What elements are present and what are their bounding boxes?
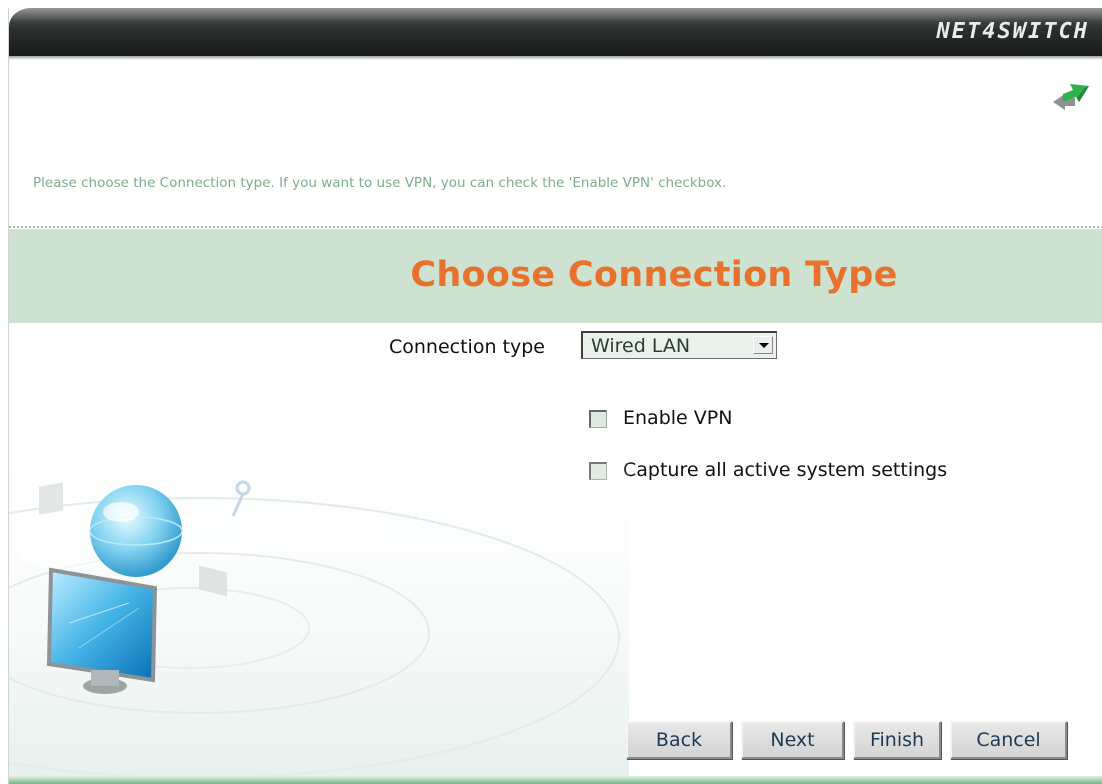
title-bar: NET4SWITCH [9, 8, 1102, 56]
dotted-divider [9, 226, 1102, 228]
brand-logo: NET4SWITCH [936, 19, 1089, 44]
connection-type-value: Wired LAN [591, 335, 691, 357]
page-title: Choose Connection Type [410, 255, 898, 295]
sync-arrows-icon[interactable] [1049, 80, 1093, 114]
connection-type-label: Connection type [389, 336, 545, 358]
capture-settings-label: Capture all active system settings [623, 459, 948, 481]
chevron-down-icon[interactable] [753, 336, 773, 354]
title-bar-edge [9, 56, 1102, 60]
enable-vpn-label: Enable VPN [623, 407, 733, 429]
bottom-edge [9, 776, 1102, 784]
finish-button[interactable]: Finish [853, 721, 941, 759]
cancel-button[interactable]: Cancel [950, 721, 1067, 759]
instruction-text: Please choose the Connection type. If yo… [33, 175, 727, 191]
connection-type-select[interactable]: Wired LAN [581, 331, 777, 359]
network-computer-illustration [9, 408, 629, 784]
heading-band: Choose Connection Type [9, 229, 1102, 323]
wizard-window: NET4SWITCH Please choose the Connection … [8, 8, 1102, 784]
next-button[interactable]: Next [741, 721, 844, 759]
back-button[interactable]: Back [626, 721, 732, 759]
